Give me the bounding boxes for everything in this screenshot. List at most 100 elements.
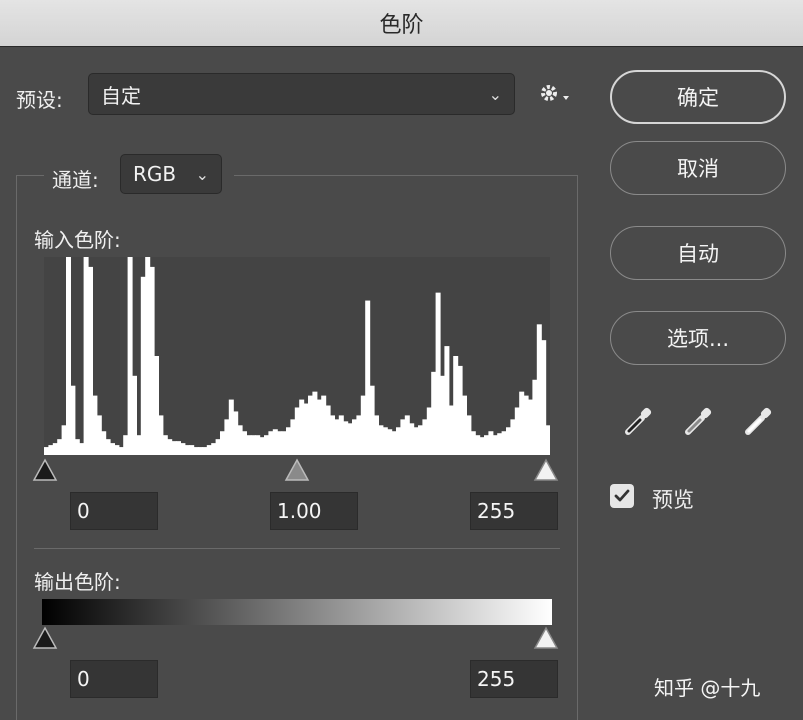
histogram-bar xyxy=(158,415,164,455)
histogram-bar xyxy=(189,445,195,455)
auto-button[interactable]: 自动 xyxy=(610,226,786,280)
output-black-field[interactable]: 0 xyxy=(70,660,158,698)
white-point-eyedropper-icon[interactable] xyxy=(740,404,776,440)
input-white-slider[interactable] xyxy=(533,458,559,482)
histogram-bar xyxy=(48,445,54,455)
histogram-bar xyxy=(413,427,419,455)
output-white-field[interactable]: 255 xyxy=(470,660,558,698)
histogram-bar xyxy=(167,439,173,455)
histogram-bar xyxy=(162,435,168,455)
cancel-button[interactable]: 取消 xyxy=(610,141,786,195)
histogram-bar xyxy=(88,266,93,455)
histogram-bar xyxy=(360,395,366,455)
histogram-bar xyxy=(290,419,296,455)
histogram-bar xyxy=(396,427,401,455)
histogram-bar xyxy=(184,445,190,455)
histogram-bar xyxy=(123,435,129,455)
preset-dropdown[interactable]: 自定 ⌄ xyxy=(88,73,515,115)
histogram-bar xyxy=(422,419,428,455)
histogram-bar xyxy=(444,346,450,455)
histogram-bar xyxy=(312,391,318,455)
black-point-eyedropper-icon[interactable] xyxy=(620,404,656,440)
settings-gear-icon[interactable] xyxy=(538,82,572,106)
histogram-bar xyxy=(378,425,384,455)
histogram-bar xyxy=(220,431,225,455)
histogram-bar xyxy=(369,385,375,455)
output-black-slider[interactable] xyxy=(32,626,58,650)
histogram-bar xyxy=(211,443,217,455)
histogram-bar xyxy=(136,435,142,455)
histogram-bar xyxy=(193,447,199,455)
histogram-bar xyxy=(110,443,115,455)
ok-button[interactable]: 确定 xyxy=(610,70,786,124)
output-gradient-bar xyxy=(42,599,552,625)
histogram-bar xyxy=(426,407,432,455)
histogram-bar xyxy=(96,415,102,455)
histogram-bar xyxy=(321,395,327,455)
histogram-bar xyxy=(462,395,467,455)
histogram-bar xyxy=(528,399,533,455)
histogram-bar xyxy=(145,257,151,455)
histogram-bar xyxy=(453,356,459,455)
histogram-bar xyxy=(224,419,230,455)
histogram-bar xyxy=(404,415,410,455)
histogram-bar xyxy=(114,445,120,455)
histogram-bar xyxy=(488,431,494,455)
histogram-bar xyxy=(198,447,203,455)
window-title-bar: 色阶 xyxy=(0,0,803,47)
histogram-bar xyxy=(57,439,63,455)
histogram-bar xyxy=(176,441,181,455)
histogram-bar xyxy=(70,385,76,455)
histogram-bar xyxy=(118,447,124,455)
histogram-bar xyxy=(228,399,234,455)
input-levels-label: 输入色阶: xyxy=(34,228,121,252)
input-black-field[interactable]: 0 xyxy=(70,492,158,530)
histogram-bar xyxy=(330,415,335,455)
histogram-bar xyxy=(492,435,498,455)
histogram-bar xyxy=(250,435,256,455)
histogram-bar xyxy=(347,423,353,455)
histogram-bar xyxy=(127,257,133,455)
histogram-bar xyxy=(154,356,159,455)
histogram-bar xyxy=(400,419,406,455)
output-white-slider[interactable] xyxy=(533,626,559,650)
histogram-bar xyxy=(132,375,137,455)
histogram-bar xyxy=(237,425,243,455)
channel-dropdown[interactable]: RGB ⌄ xyxy=(120,154,222,194)
histogram-bar xyxy=(233,411,239,455)
histogram-bar xyxy=(510,419,516,455)
input-gamma-field[interactable]: 1.00 xyxy=(270,492,358,530)
histogram-bar xyxy=(255,435,261,455)
histogram-bar xyxy=(418,425,423,455)
histogram-bar xyxy=(431,371,437,455)
input-gamma-slider[interactable] xyxy=(284,458,310,482)
histogram xyxy=(44,257,550,455)
histogram-bar xyxy=(79,443,85,455)
gray-point-eyedropper-icon[interactable] xyxy=(680,404,716,440)
chevron-down-icon: ⌄ xyxy=(195,164,209,184)
preset-value: 自定 xyxy=(101,83,141,108)
histogram-bar xyxy=(308,395,313,455)
options-button[interactable]: 选项... xyxy=(610,311,786,365)
histogram-bar xyxy=(514,407,520,455)
histogram-bar xyxy=(387,429,393,455)
histogram-bar xyxy=(246,435,252,455)
histogram-bar xyxy=(536,324,542,455)
histogram-bar xyxy=(343,421,349,455)
input-black-slider[interactable] xyxy=(32,458,58,482)
preview-checkbox[interactable] xyxy=(610,484,634,508)
histogram-bar xyxy=(180,443,186,455)
histogram-bar xyxy=(52,443,58,455)
histogram-bar xyxy=(294,407,300,455)
divider xyxy=(34,548,560,549)
chevron-down-icon: ⌄ xyxy=(488,84,502,104)
histogram-bar xyxy=(497,433,503,455)
histogram-bar xyxy=(171,441,177,455)
histogram-bar xyxy=(470,431,476,455)
histogram-bar xyxy=(435,292,441,455)
input-white-field[interactable]: 255 xyxy=(470,492,558,530)
histogram-bar xyxy=(202,447,208,455)
histogram-bar xyxy=(523,395,529,455)
preview-label: 预览 xyxy=(652,488,694,512)
watermark-text: 知乎 @十九 xyxy=(654,676,761,700)
